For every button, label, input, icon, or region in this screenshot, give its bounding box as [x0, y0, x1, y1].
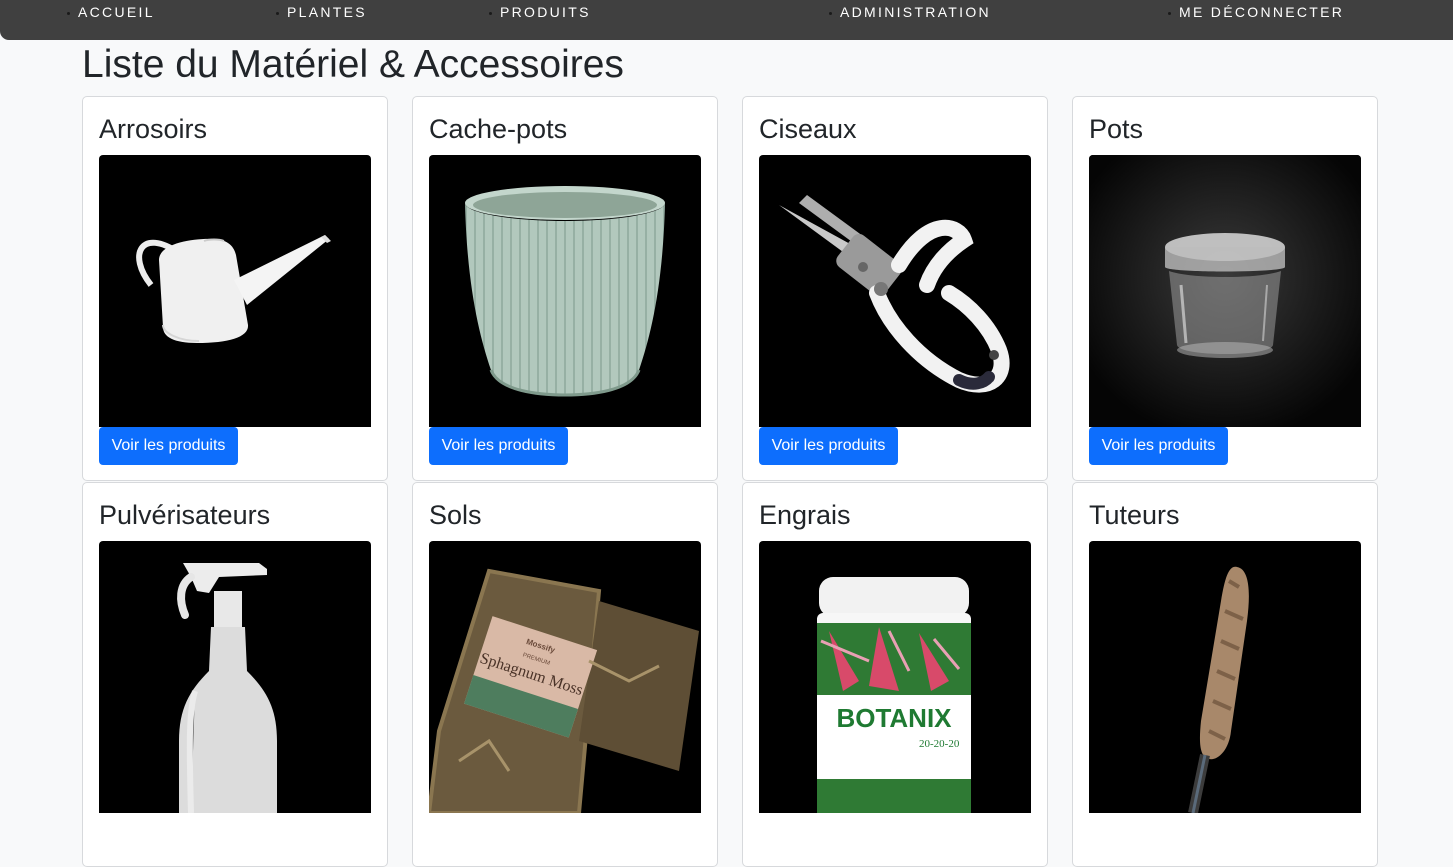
nav-produits[interactable]: PRODUITS [489, 5, 591, 19]
card-title: Pots [1089, 114, 1144, 144]
card-title: Pulvérisateurs [99, 500, 271, 530]
pruning-shears-image [759, 155, 1031, 427]
category-card-tuteurs: Tuteurs [1072, 482, 1378, 867]
bullet-icon [67, 11, 70, 15]
nav-accueil[interactable]: ACCUEIL [67, 5, 155, 19]
card-title: Tuteurs [1089, 500, 1180, 530]
category-card-pulverisateurs: Pulvérisateurs [82, 482, 388, 867]
bullet-icon [1168, 11, 1171, 15]
category-card-pots: Pots Voir les produits [1072, 96, 1378, 481]
nav-accueil-label: ACCUEIL [78, 4, 155, 20]
voir-produits-button[interactable]: Voir les produits [429, 427, 568, 465]
nav-administration[interactable]: ADMINISTRATION [829, 5, 991, 19]
nav-logout-label: ME DÉCONNECTER [1179, 4, 1345, 20]
planter-pot-image [429, 155, 701, 427]
category-card-engrais: Engrais BOTANIX 20-20-20 [742, 482, 1048, 867]
card-title: Sols [429, 500, 482, 530]
voir-produits-button[interactable]: Voir les produits [1089, 427, 1228, 465]
category-card-arrosoirs: Arrosoirs Voir les produits [82, 96, 388, 481]
top-navbar: ACCUEIL PLANTES PRODUITS ADMINISTRATION … [0, 0, 1453, 40]
voir-produits-button[interactable]: Voir les produits [99, 427, 238, 465]
card-title: Ciseaux [759, 114, 857, 144]
card-title: Cache-pots [429, 114, 568, 144]
nav-produits-label: PRODUITS [500, 4, 591, 20]
category-card-cache-pots: Cache-pots Voir les produits [412, 96, 718, 481]
nav-logout[interactable]: ME DÉCONNECTER [1168, 5, 1344, 19]
plastic-pot-image [1089, 155, 1361, 427]
watering-can-image [99, 155, 371, 427]
bullet-icon [489, 11, 492, 15]
nav-plantes-label: PLANTES [287, 4, 367, 20]
category-card-ciseaux: Ciseaux Voir les produits [742, 96, 1048, 481]
spray-bottle-image [99, 541, 371, 813]
card-title: Arrosoirs [99, 114, 208, 144]
bullet-icon [829, 11, 832, 15]
coir-pole-image [1089, 541, 1361, 813]
fertilizer-npk: 20-20-20 [919, 738, 960, 750]
voir-produits-button[interactable]: Voir les produits [759, 427, 898, 465]
card-title: Engrais [759, 500, 851, 530]
moss-bags-image: Mossify PREMIUM Sphagnum Moss [429, 541, 701, 813]
category-card-sols: Sols Mossify PREMIUM Sphagnum Moss [412, 482, 718, 867]
fertilizer-brand: BOTANIX [836, 703, 952, 733]
nav-plantes[interactable]: PLANTES [276, 5, 367, 19]
page-title: Liste du Matériel & Accessoires [82, 43, 624, 86]
nav-administration-label: ADMINISTRATION [840, 4, 991, 20]
bullet-icon [276, 11, 279, 15]
fertilizer-jar-image: BOTANIX 20-20-20 [759, 541, 1031, 813]
